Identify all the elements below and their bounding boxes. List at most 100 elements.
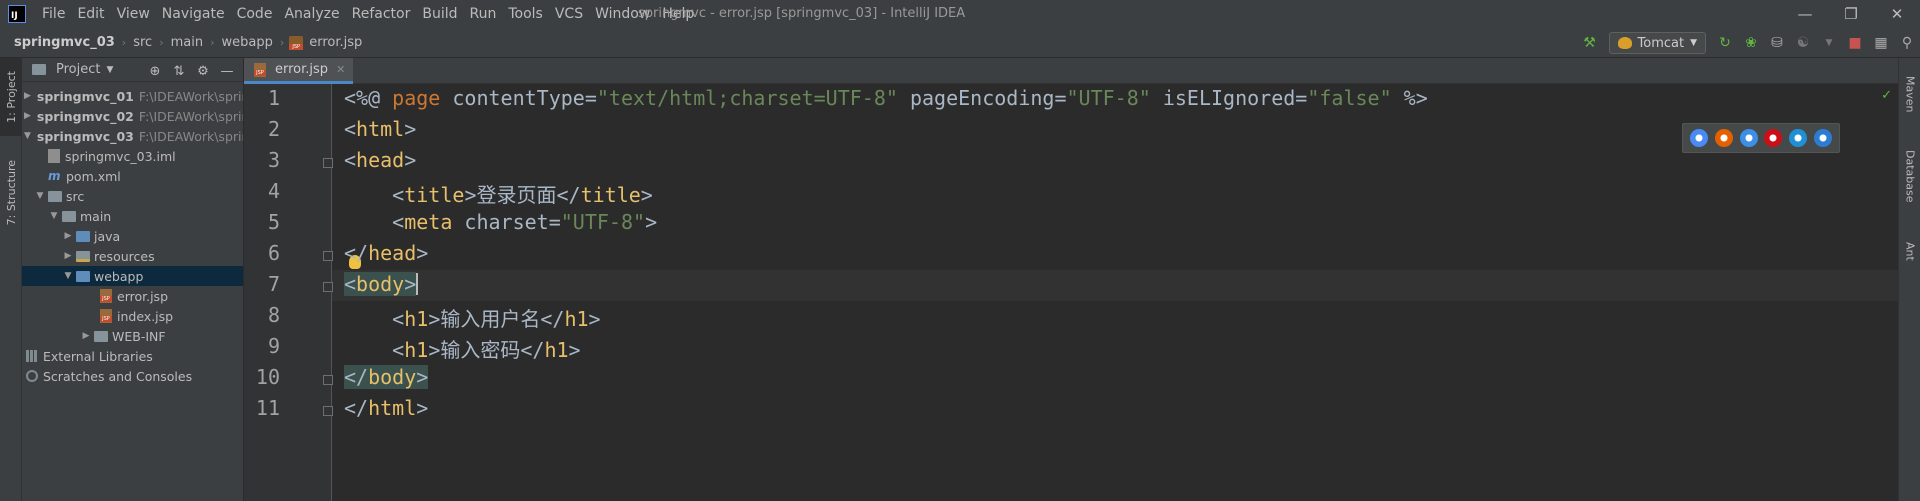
collapse-arrow-icon[interactable]: ▼ xyxy=(24,131,31,141)
tab-structure-tool[interactable]: 7: Structure xyxy=(0,148,22,238)
tab-error-jsp[interactable]: error.jsp ✕ xyxy=(244,58,354,84)
build-hammer-icon[interactable]: ⚒ xyxy=(1578,32,1602,54)
directive-keyword: page xyxy=(392,86,441,110)
tree-item-scratches[interactable]: Scratches and Consoles xyxy=(22,366,243,386)
fold-marker-icon[interactable] xyxy=(323,282,333,292)
expand-arrow-icon[interactable]: ▶ xyxy=(62,251,74,261)
tree-item-src[interactable]: ▼ src xyxy=(22,186,243,206)
fold-marker-icon[interactable] xyxy=(323,158,333,168)
collapse-arrow-icon[interactable]: ▼ xyxy=(48,211,60,221)
menu-view[interactable]: View xyxy=(111,6,156,22)
breadcrumb-file[interactable]: error.jsp xyxy=(307,35,364,50)
tree-item-web-inf[interactable]: ▶ WEB-INF xyxy=(22,326,243,346)
breadcrumb-webapp[interactable]: webapp xyxy=(219,35,274,50)
menu-build[interactable]: Build xyxy=(416,6,463,22)
more-run-options-icon[interactable]: ▼ xyxy=(1817,32,1841,54)
tree-item-webapp[interactable]: ▼ webapp xyxy=(22,266,243,286)
element-text: 输入密码 xyxy=(440,338,521,362)
element-text: 输入用户名 xyxy=(440,307,541,331)
tree-item-index-jsp[interactable]: index.jsp xyxy=(22,306,243,326)
code-editor[interactable]: 1 2 3 4 5 6 7 8 9 10 11 <%@ page content… xyxy=(244,84,1898,501)
collapse-all-icon[interactable]: ⇅ xyxy=(168,60,190,82)
tab-database-tool[interactable]: Database xyxy=(1899,136,1920,216)
menu-vcs[interactable]: VCS xyxy=(549,6,589,22)
search-icon[interactable]: ⚲ xyxy=(1895,32,1919,54)
jsp-file-icon xyxy=(100,309,112,323)
edge-icon[interactable] xyxy=(1813,129,1832,147)
tree-item-springmvc-03[interactable]: ▼ springmvc_03 F:\IDEAWork\sprir xyxy=(22,126,243,146)
opera-icon[interactable] xyxy=(1764,129,1783,147)
jsp-file-icon xyxy=(289,35,304,50)
breadcrumb-main[interactable]: main xyxy=(169,35,205,50)
expand-arrow-icon[interactable]: ▶ xyxy=(24,91,31,101)
expand-arrow-icon[interactable]: ▶ xyxy=(80,331,92,341)
tree-item-java[interactable]: ▶ java xyxy=(22,226,243,246)
debug-icon[interactable]: ❀ xyxy=(1739,32,1763,54)
menu-refactor[interactable]: Refactor xyxy=(346,6,417,22)
menu-code[interactable]: Code xyxy=(231,6,279,22)
fold-marker-icon[interactable] xyxy=(323,251,333,261)
tab-ant-tool[interactable]: Ant xyxy=(1899,226,1920,276)
expand-arrow-icon[interactable]: ▶ xyxy=(24,111,31,121)
breadcrumb-project[interactable]: springmvc_03 xyxy=(12,35,117,50)
tree-item-resources[interactable]: ▶ resources xyxy=(22,246,243,266)
coverage-icon[interactable]: ⛁ xyxy=(1765,32,1789,54)
tag-name: head xyxy=(368,241,417,265)
rerun-icon[interactable]: ↻ xyxy=(1713,32,1737,54)
close-icon[interactable]: ✕ xyxy=(1874,4,1920,24)
menu-tools[interactable]: Tools xyxy=(502,6,549,22)
expand-arrow-icon[interactable]: ▶ xyxy=(62,231,74,241)
menu-file[interactable]: File xyxy=(36,6,71,22)
tree-item-springmvc-01[interactable]: ▶ springmvc_01 F:\IDEAWork\sprir xyxy=(22,86,243,106)
breadcrumb-src[interactable]: src xyxy=(131,35,154,50)
tree-item-external-libraries[interactable]: External Libraries xyxy=(22,346,243,366)
tree-item-iml[interactable]: springmvc_03.iml xyxy=(22,146,243,166)
line-number: 2 xyxy=(267,117,280,141)
collapse-arrow-icon[interactable]: ▼ xyxy=(34,191,46,201)
tree-item-error-jsp[interactable]: error.jsp xyxy=(22,286,243,306)
tree-item-label: index.jsp xyxy=(117,308,174,324)
stop-icon[interactable]: ■ xyxy=(1843,32,1867,54)
collapse-arrow-icon[interactable]: ▼ xyxy=(62,271,74,281)
inspection-ok-icon[interactable]: ✓ xyxy=(1881,88,1892,103)
window-title: springmvc - error.jsp [springmvc_03] - I… xyxy=(638,6,966,21)
minimize-icon[interactable]: — xyxy=(1782,4,1828,24)
line-number: 4 xyxy=(267,179,280,203)
dropdown-arrow-icon[interactable]: ▼ xyxy=(106,65,113,75)
tree-item-main[interactable]: ▼ main xyxy=(22,206,243,226)
code-line-2: <html> xyxy=(344,117,416,141)
menu-analyze[interactable]: Analyze xyxy=(278,6,345,22)
tab-database-label: Database xyxy=(1903,149,1917,203)
profile-icon[interactable]: ☯ xyxy=(1791,32,1815,54)
project-structure-icon[interactable]: ▦ xyxy=(1869,32,1893,54)
gear-icon[interactable]: ⚙ xyxy=(192,60,214,82)
safari-icon[interactable] xyxy=(1739,129,1758,147)
tree-item-pom[interactable]: m pom.xml xyxy=(22,166,243,186)
tab-maven-tool[interactable]: Maven xyxy=(1899,64,1920,124)
menu-items: File Edit View Navigate Code Analyze Ref… xyxy=(36,6,700,22)
tag-bracket: > xyxy=(416,241,429,265)
source-folder-icon xyxy=(76,230,90,242)
project-view-selector[interactable]: Project xyxy=(56,62,100,77)
restore-icon[interactable]: ❐ xyxy=(1828,4,1874,24)
menu-navigate[interactable]: Navigate xyxy=(156,6,231,22)
hide-panel-icon[interactable]: — xyxy=(216,60,238,82)
ie-icon[interactable] xyxy=(1788,129,1807,147)
fold-marker-icon[interactable] xyxy=(323,406,333,416)
tag-bracket: < xyxy=(392,338,405,362)
tag-name: head xyxy=(356,148,405,172)
locate-target-icon[interactable]: ⊕ xyxy=(144,60,166,82)
fold-marker-icon[interactable] xyxy=(323,375,333,385)
tag-bracket: > xyxy=(404,272,417,296)
tree-item-label: resources xyxy=(94,248,155,264)
tree-item-springmvc-02[interactable]: ▶ springmvc_02 F:\IDEAWork\sprir xyxy=(22,106,243,126)
chrome-icon[interactable] xyxy=(1690,129,1709,147)
menu-edit[interactable]: Edit xyxy=(71,6,110,22)
code-line-10: </body> xyxy=(344,365,429,389)
tab-structure-label: 7: Structure xyxy=(4,160,18,226)
run-configuration-select[interactable]: Tomcat ▼ xyxy=(1608,32,1706,54)
menu-run[interactable]: Run xyxy=(464,6,503,22)
tab-project-tool[interactable]: 1: Project xyxy=(0,58,22,136)
close-tab-icon[interactable]: ✕ xyxy=(336,63,345,76)
firefox-icon[interactable] xyxy=(1714,129,1733,147)
